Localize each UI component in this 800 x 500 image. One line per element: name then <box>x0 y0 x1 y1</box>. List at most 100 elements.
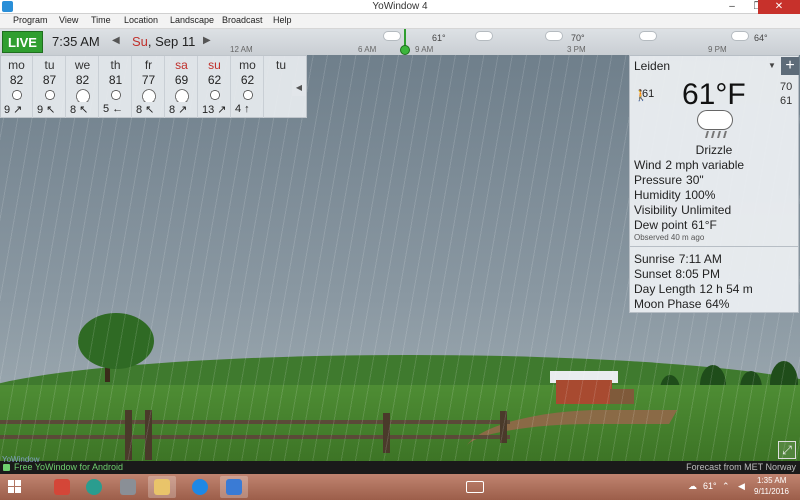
day-wind: 13 ↗ <box>202 104 227 116</box>
humidity-label: Humidity <box>634 188 681 202</box>
forecast-credit[interactable]: Forecast from MET Norway <box>686 462 796 472</box>
day-name: tu <box>44 58 55 72</box>
daylength-row: Day Length 12 h 54 m <box>634 282 753 296</box>
moonphase-label: Moon Phase <box>634 297 702 311</box>
cloud-icon <box>640 32 656 40</box>
current-date: Su, Sep 11 <box>132 34 195 49</box>
day-high: 77 <box>141 73 156 87</box>
feels-like-temp: 61 <box>642 88 655 100</box>
taskbar-yowindow-icon[interactable] <box>220 476 248 498</box>
visibility-value: Unlimited <box>681 203 732 217</box>
daylength-value: 12 h 54 m <box>699 282 753 296</box>
forecast-day[interactable]: fr 77 8 ↖ <box>133 56 165 118</box>
cloud-icon <box>384 32 400 40</box>
sun-icon <box>42 88 58 102</box>
menu-help[interactable]: Help <box>273 15 292 25</box>
taskbar-ie-icon[interactable] <box>186 476 214 498</box>
dewpoint-row: Dew point 61°F <box>634 218 717 232</box>
menu-location[interactable]: Location <box>124 15 158 25</box>
partly-cloudy-icon <box>108 88 124 102</box>
day-high: 69 <box>174 73 189 87</box>
cloud-icon <box>732 32 748 40</box>
keyboard-icon[interactable] <box>466 481 484 493</box>
menu-view[interactable]: View <box>59 15 78 25</box>
timeline-tick: 3 PM <box>567 45 586 54</box>
current-time: 7:35 AM <box>52 34 100 49</box>
minimize-button[interactable]: – <box>719 0 745 14</box>
forecast-day[interactable]: mo 82 9 ↗ <box>1 56 33 118</box>
humidity-value: 100% <box>684 188 716 202</box>
day-high: 62 <box>240 73 255 87</box>
forecast-day[interactable]: tu 87 9 ↖ <box>34 56 66 118</box>
android-icon <box>3 464 10 471</box>
live-button[interactable]: LIVE <box>2 31 43 53</box>
day-name: th <box>110 58 121 72</box>
fullscreen-icon[interactable]: ⤢ <box>778 441 796 459</box>
day-high: 62 <box>207 73 222 87</box>
day-wind: 4 ↑ <box>235 103 250 115</box>
cloud-icon <box>75 88 91 102</box>
day-name: we <box>74 58 91 72</box>
low-temp: 61 <box>780 95 793 107</box>
daylength-label: Day Length <box>634 282 696 296</box>
menu-landscape[interactable]: Landscape <box>170 15 214 25</box>
collapse-forecast-arrow-icon[interactable]: ◀ <box>292 80 306 96</box>
taskbar-app-icon[interactable] <box>114 476 142 498</box>
time-cursor-handle[interactable] <box>400 45 410 55</box>
forecast-day[interactable]: mo 62 4 ↑ <box>232 56 264 118</box>
moonphase-row: Moon Phase 64% <box>634 297 729 311</box>
timeline-bar[interactable]: LIVE 7:35 AM ◀ Su, Sep 11 ▶ 12 AM 6 AM 9… <box>0 29 800 55</box>
taskbar-date[interactable]: 9/11/2016 <box>754 487 789 496</box>
taskbar-browser-icon[interactable] <box>80 476 108 498</box>
next-day-arrow-icon[interactable]: ▶ <box>203 35 211 46</box>
high-temp: 70 <box>780 81 793 93</box>
add-location-button[interactable]: + <box>781 57 799 75</box>
dewpoint-label: Dew point <box>634 218 688 232</box>
dewpoint-value: 61°F <box>691 218 717 232</box>
wind-value: 2 mph variable <box>665 158 745 172</box>
windows-start-icon[interactable] <box>8 480 22 494</box>
timeline-temp: 70° <box>571 33 585 43</box>
date-weekday: Su <box>132 34 148 49</box>
menu-broadcast[interactable]: Broadcast <box>222 15 263 25</box>
tray-temp[interactable]: 61° <box>703 481 717 491</box>
partly-cloudy-icon <box>240 88 256 102</box>
timeline-tick: 9 PM <box>708 45 727 54</box>
moonphase-value: 64% <box>705 297 730 311</box>
taskbar-file-explorer-icon[interactable] <box>148 476 176 498</box>
observed-time: Observed 40 m ago <box>634 233 705 242</box>
menu-program[interactable]: Program <box>13 15 48 25</box>
drizzle-icon <box>698 111 732 139</box>
pressure-row: Pressure 30" <box>634 173 704 187</box>
timeline-tick: 9 AM <box>415 45 434 54</box>
sunrise-value: 7:11 AM <box>678 252 722 266</box>
menu-time[interactable]: Time <box>91 15 111 25</box>
prev-day-arrow-icon[interactable]: ◀ <box>112 35 120 46</box>
taskbar: ☁ 61° ⌃ ◀ 1:35 AM 9/11/2016 <box>0 474 800 500</box>
android-promo-link[interactable]: Free YoWindow for Android <box>14 462 123 472</box>
forecast-day[interactable]: sa 69 8 ↗ <box>166 56 198 118</box>
day-wind: 8 ↗ <box>169 104 188 116</box>
day-name: sa <box>175 58 188 72</box>
wind-row: Wind 2 mph variable <box>634 158 744 172</box>
forecast-day[interactable]: we 82 8 ↖ <box>67 56 99 118</box>
location-dropdown-icon[interactable]: ▼ <box>768 61 776 70</box>
forecast-day[interactable]: th 81 5 ← <box>100 56 132 118</box>
sunset-row: Sunset 8:05 PM <box>634 267 720 281</box>
forecast-day[interactable]: su 62 13 ↗ <box>199 56 231 118</box>
timeline-tick: 12 AM <box>230 45 253 54</box>
taskbar-gmail-icon[interactable] <box>48 476 76 498</box>
wind-label: Wind <box>634 158 662 172</box>
status-bar: YoWindow Free YoWindow for Android Forec… <box>0 455 800 474</box>
taskbar-time[interactable]: 1:35 AM <box>757 476 786 485</box>
day-wind: 8 ↖ <box>136 104 155 116</box>
location-name[interactable]: Leiden <box>634 59 670 73</box>
weather-tray-icon[interactable]: ☁ <box>688 481 697 492</box>
current-temp: 61°F <box>682 78 746 111</box>
divider <box>630 246 798 247</box>
day-high: 82 <box>9 73 24 87</box>
volume-icon[interactable]: ◀ <box>738 481 745 492</box>
close-button[interactable]: ✕ <box>758 0 800 14</box>
date-text: , Sep 11 <box>147 34 196 49</box>
show-hidden-icons-icon[interactable]: ⌃ <box>722 481 730 492</box>
